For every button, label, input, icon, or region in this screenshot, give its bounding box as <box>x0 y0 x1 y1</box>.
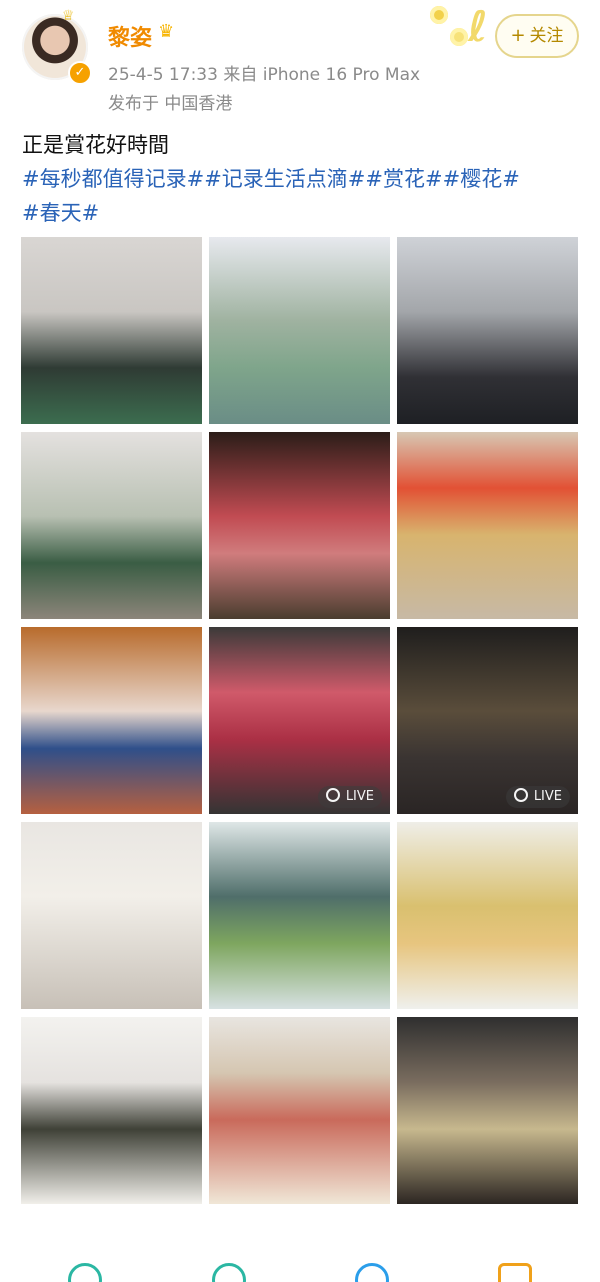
hashtag[interactable]: #春天# <box>22 201 99 225</box>
photo-tile[interactable] <box>209 822 390 1009</box>
photo-tile[interactable] <box>397 822 578 1009</box>
photo-tile[interactable] <box>209 237 390 424</box>
hashtag[interactable]: #每秒都值得记录# <box>22 167 204 191</box>
photo-tile[interactable]: LIVE <box>397 627 578 814</box>
vip-icon: ♛ <box>158 21 175 42</box>
posted-location: 发布于 中国香港 <box>108 94 233 114</box>
crown-icon: ♕ <box>62 8 75 24</box>
post-header: ♕ ✓ 黎姿 ♛ 25-4-5 17:33 来自 iPhone 16 Pro M… <box>0 0 600 118</box>
swirl-icon: ℓ <box>468 2 488 51</box>
hashtags: #每秒都值得记录##记录生活点滴##赏花##樱花# #春天# <box>22 162 582 230</box>
post-content: 正是賞花好時間 #每秒都值得记录##记录生活点滴##赏花##樱花# #春天# <box>22 128 582 230</box>
photo-tile[interactable] <box>209 432 390 619</box>
discover-tab-icon[interactable] <box>212 1263 246 1282</box>
hashtag[interactable]: #樱花# <box>443 167 520 191</box>
photo-tile[interactable] <box>21 1017 202 1204</box>
home-tab-icon[interactable] <box>68 1263 102 1282</box>
follow-label: 关注 <box>529 26 564 46</box>
photo-tile[interactable]: LIVE <box>209 627 390 814</box>
photo-tile[interactable] <box>21 822 202 1009</box>
profile-tab-icon[interactable] <box>498 1263 532 1282</box>
bottom-tab-bar <box>0 1255 600 1282</box>
flower-icon <box>450 28 468 46</box>
photo-tile[interactable] <box>21 237 202 424</box>
photo-tile[interactable] <box>21 432 202 619</box>
verified-badge-icon: ✓ <box>68 61 92 85</box>
photo-tile[interactable] <box>21 627 202 814</box>
live-label: LIVE <box>345 789 374 804</box>
photo-tile[interactable] <box>397 432 578 619</box>
live-icon <box>513 788 528 802</box>
photo-tile[interactable] <box>397 1017 578 1204</box>
live-icon <box>325 788 340 802</box>
live-badge: LIVE <box>505 786 570 808</box>
flower-icon <box>430 6 448 24</box>
hashtag[interactable]: #赏花# <box>365 167 442 191</box>
post-text: 正是賞花好時間 <box>22 133 169 157</box>
username[interactable]: 黎姿 <box>108 20 152 52</box>
decorative-flowers-icon: ℓ <box>430 6 502 52</box>
message-tab-icon[interactable] <box>355 1263 389 1282</box>
photo-tile[interactable] <box>209 1017 390 1204</box>
live-badge: LIVE <box>317 786 382 808</box>
hashtag[interactable]: #记录生活点滴# <box>204 167 365 191</box>
post-meta: 25-4-5 17:33 来自 iPhone 16 Pro Max <box>108 65 421 85</box>
follow-button[interactable]: + 关注 <box>495 14 579 58</box>
plus-icon: + <box>510 25 526 46</box>
photo-tile[interactable] <box>397 237 578 424</box>
live-label: LIVE <box>533 789 562 804</box>
